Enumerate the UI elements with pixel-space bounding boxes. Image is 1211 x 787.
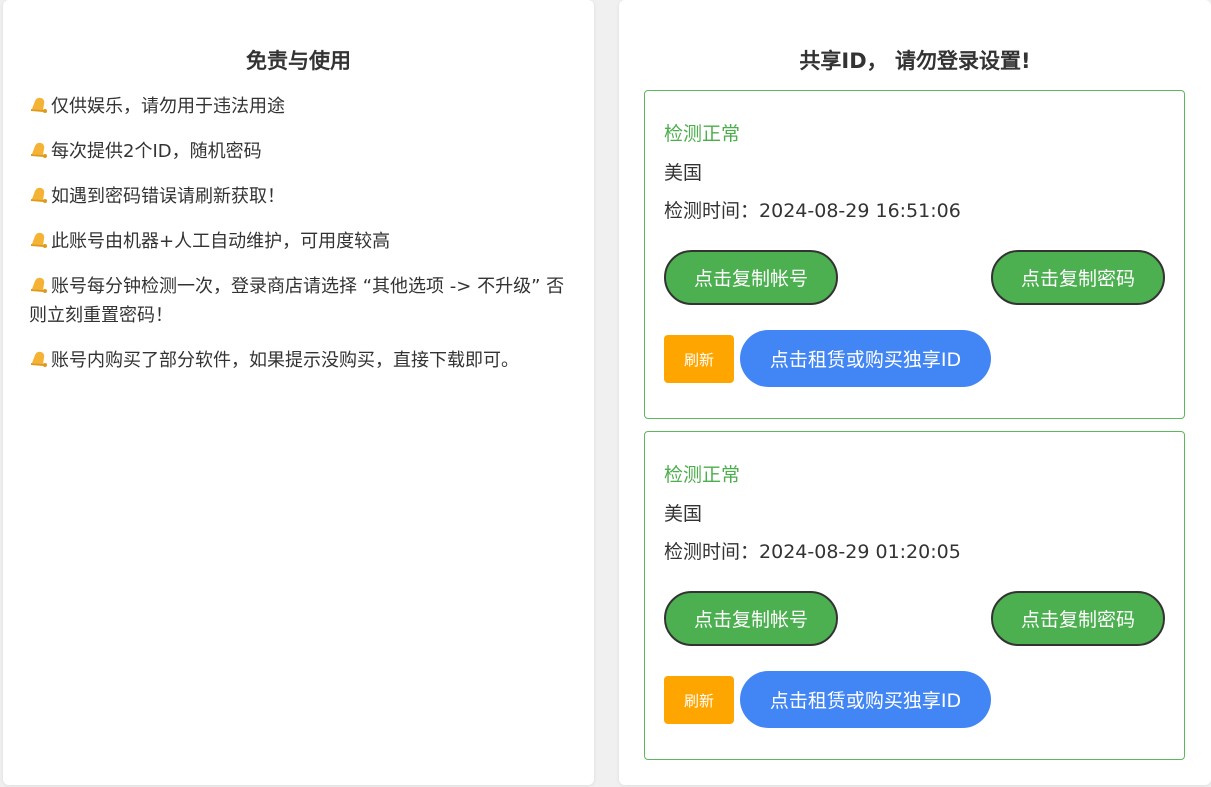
- notice-item: 仅供娱乐，请勿用于违法用途: [29, 92, 569, 121]
- notice-item: 账号内购买了部分软件，如果提示没购买，直接下载即可。: [29, 346, 569, 375]
- copy-password-button[interactable]: 点击复制密码: [991, 250, 1165, 305]
- notice-item: 账号每分钟检测一次，登录商店请选择 “其他选项 -> 不升级” 否则立刻重置密码…: [29, 272, 569, 330]
- rent-or-buy-button[interactable]: 点击租赁或购买独享ID: [740, 330, 991, 387]
- status-label: 检测正常: [664, 123, 741, 145]
- check-time-value: 2024-08-29 01:20:05: [759, 541, 961, 563]
- refresh-button[interactable]: 刷新: [664, 335, 734, 383]
- notice-item: 此账号由机器+人工自动维护，可用度较高: [29, 227, 569, 256]
- check-time: 检测时间：2024-08-29 16:51:06: [664, 196, 961, 223]
- check-time-value: 2024-08-29 16:51:06: [759, 200, 961, 222]
- notice-text: 仅供娱乐，请勿用于违法用途: [51, 96, 285, 117]
- status-label: 检测正常: [664, 464, 741, 486]
- disclaimer-panel: 免责与使用 仅供娱乐，请勿用于违法用途 每次提供2个ID，随机密码 如遇到密码错…: [3, 0, 594, 785]
- notice-item: 如遇到密码错误请刷新获取！: [29, 182, 569, 211]
- bell-icon: [30, 351, 47, 367]
- copy-password-button[interactable]: 点击复制密码: [991, 591, 1165, 646]
- country-label: 美国: [664, 503, 703, 525]
- country-label: 美国: [664, 162, 703, 184]
- check-time: 检测时间：2024-08-29 01:20:05: [664, 537, 961, 564]
- notice-text: 如遇到密码错误请刷新获取！: [51, 186, 285, 207]
- account-card: 检测正常 美国 检测时间：2024-08-29 16:51:06 点击复制帐号 …: [644, 90, 1185, 419]
- notice-item: 每次提供2个ID，随机密码: [29, 137, 569, 166]
- check-time-label: 检测时间：: [664, 200, 760, 222]
- disclaimer-title: 免责与使用: [246, 49, 351, 73]
- bell-icon: [30, 142, 47, 158]
- shared-id-title: 共享ID， 请勿登录设置!: [799, 49, 1031, 73]
- check-time-label: 检测时间：: [664, 541, 760, 563]
- shared-id-panel: 共享ID， 请勿登录设置! 检测正常 美国 检测时间：2024-08-29 16…: [619, 0, 1211, 785]
- bell-icon: [30, 277, 47, 293]
- account-card: 检测正常 美国 检测时间：2024-08-29 01:20:05 点击复制帐号 …: [644, 431, 1185, 760]
- rent-or-buy-button[interactable]: 点击租赁或购买独享ID: [740, 671, 991, 728]
- copy-account-button[interactable]: 点击复制帐号: [664, 591, 838, 646]
- refresh-button[interactable]: 刷新: [664, 676, 734, 724]
- notice-text: 账号每分钟检测一次，登录商店请选择 “其他选项 -> 不升级” 否则立刻重置密码…: [29, 276, 565, 326]
- notice-text: 账号内购买了部分软件，如果提示没购买，直接下载即可。: [51, 350, 519, 371]
- bell-icon: [30, 187, 47, 203]
- notice-list: 仅供娱乐，请勿用于违法用途 每次提供2个ID，随机密码 如遇到密码错误请刷新获取…: [29, 92, 569, 391]
- notice-text: 此账号由机器+人工自动维护，可用度较高: [51, 231, 391, 252]
- bell-icon: [30, 232, 47, 248]
- bell-icon: [30, 97, 47, 113]
- copy-account-button[interactable]: 点击复制帐号: [664, 250, 838, 305]
- notice-text: 每次提供2个ID，随机密码: [51, 141, 262, 162]
